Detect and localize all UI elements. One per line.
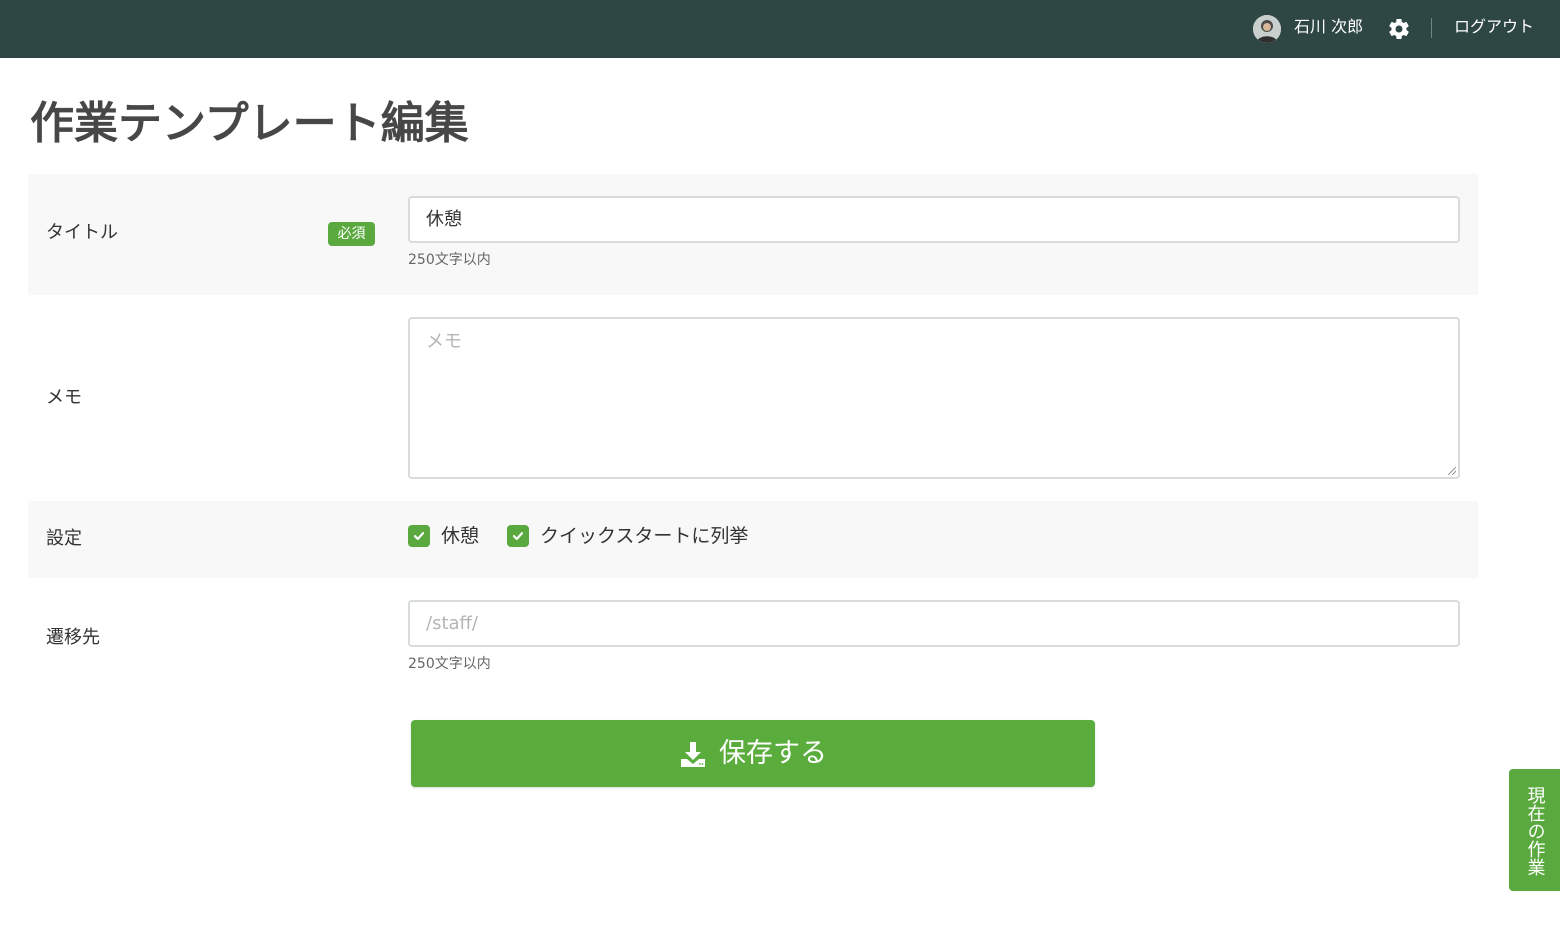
page-title: 作業テンプレート編集 [30, 98, 469, 149]
settings-gear-icon[interactable] [1387, 17, 1411, 41]
checkbox-quickstart[interactable]: クイックスタートに列挙 [507, 524, 748, 548]
checkbox-break-label: 休憩 [441, 525, 480, 547]
checkbox-break-check-icon[interactable] [408, 525, 430, 547]
destination-label: 遷移先 [46, 627, 100, 648]
save-button-label: 保存する [719, 737, 827, 769]
resize-grip-icon[interactable] [1448, 467, 1456, 475]
checkbox-quickstart-label: クイックスタートに列挙 [540, 525, 749, 547]
form-row-memo: メモ メモ [28, 295, 1478, 501]
memo-placeholder: メモ [426, 331, 462, 352]
form-row-title: タイトル 必須 休憩 250文字以内 [28, 174, 1478, 295]
save-button[interactable]: 保存する [411, 720, 1095, 787]
form-row-settings: 設定 休憩 クイックスタートに列挙 [28, 501, 1478, 578]
user-avatar[interactable] [1253, 15, 1281, 43]
form-row-destination: 遷移先 /staff/ 250文字以内 [28, 578, 1478, 688]
current-task-tab[interactable]: 現在の作業 [1509, 769, 1560, 891]
destination-help-text: 250文字以内 [408, 656, 491, 672]
checkbox-break[interactable]: 休憩 [408, 524, 479, 548]
current-task-tab-label: 現在の作業 [1524, 786, 1546, 876]
title-help-text: 250文字以内 [408, 252, 491, 268]
top-navbar: 石川 次郎 ログアウト [0, 0, 1560, 58]
memo-textarea[interactable]: メモ [408, 317, 1460, 479]
checkbox-quickstart-check-icon[interactable] [507, 525, 529, 547]
title-label: タイトル [46, 222, 118, 243]
title-input[interactable]: 休憩 [408, 196, 1460, 243]
user-name[interactable]: 石川 次郎 [1294, 17, 1363, 37]
required-badge: 必須 [328, 222, 375, 246]
memo-label: メモ [46, 387, 82, 408]
download-icon [679, 740, 707, 768]
settings-label: 設定 [46, 528, 82, 549]
logout-link[interactable]: ログアウト [1454, 17, 1534, 37]
header-divider [1431, 18, 1432, 38]
destination-input[interactable]: /staff/ [408, 600, 1460, 647]
